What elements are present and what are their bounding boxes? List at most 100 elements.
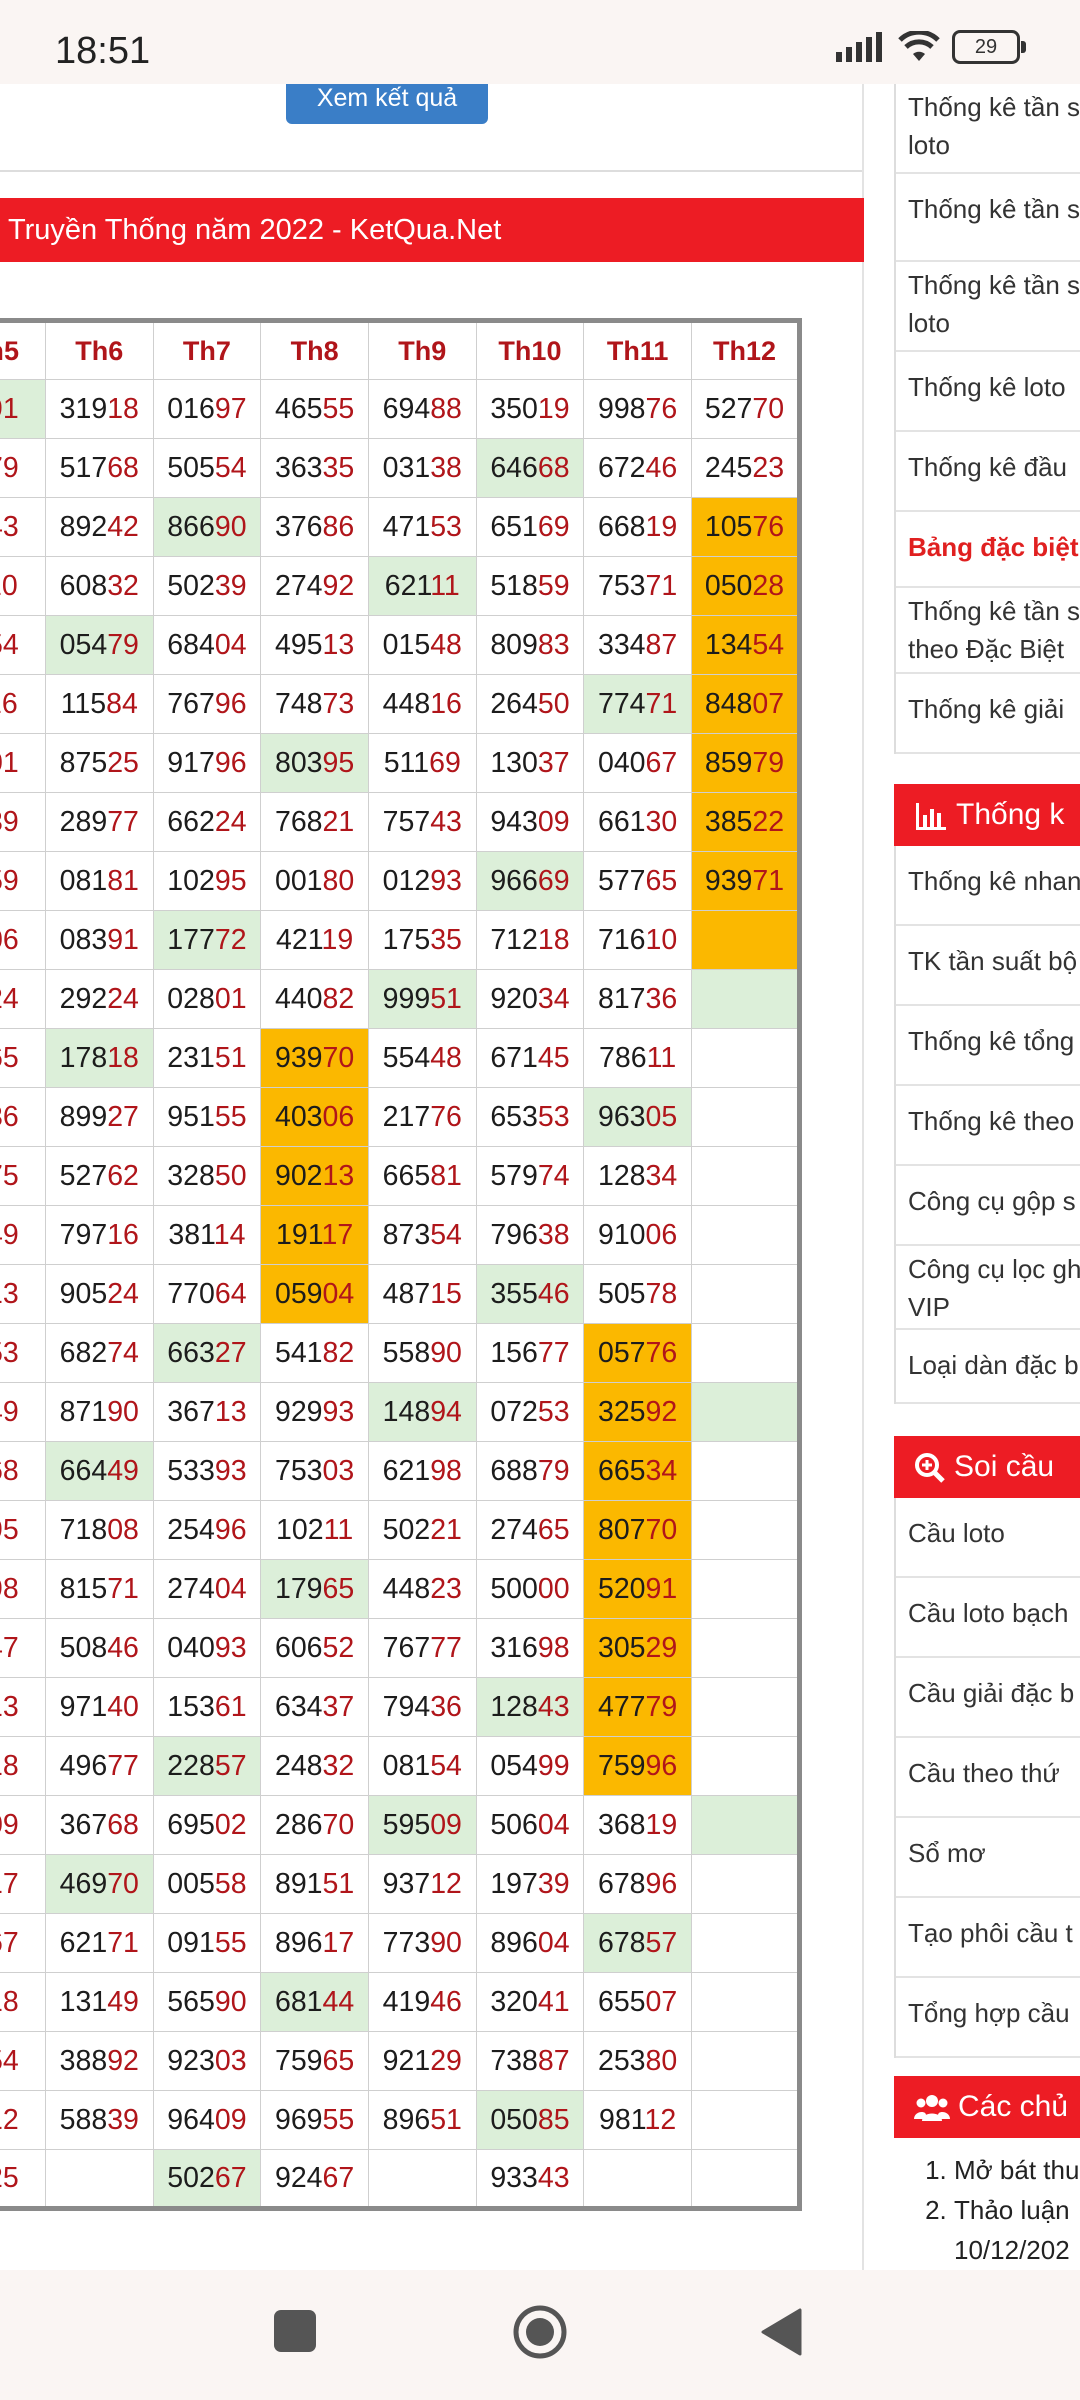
sidebar-item[interactable]: Thống kê loto <box>896 352 1080 432</box>
table-row: 725 5026792467 93343 <box>0 2149 801 2209</box>
table-row: 512588399640996955896510508598112 <box>0 2090 801 2150</box>
table-cell: 19117 <box>260 1205 369 1265</box>
sidebar-item[interactable]: Cầu loto bạch <box>896 1578 1080 1658</box>
table-cell: 89651 <box>367 2090 477 2150</box>
back-button[interactable] <box>760 2308 804 2356</box>
table-cell <box>690 1087 801 1147</box>
table-row: 713905247706405904487153554650578 <box>0 1264 801 1324</box>
table-cell: 50604 <box>475 1795 585 1855</box>
table-cell: 63437 <box>260 1677 369 1737</box>
table-cell: 47153 <box>367 497 477 557</box>
table-cell: 26450 <box>475 674 585 734</box>
sidebar-item[interactable]: Công cụ gộp s <box>896 1166 1080 1246</box>
table-cell: 66327 <box>152 1323 262 1383</box>
sidebar-item[interactable]: Cầu loto <box>896 1498 1080 1578</box>
table-cell: 717 <box>0 1854 46 1914</box>
table-cell: 89927 <box>44 1087 154 1147</box>
table-cell: 57765 <box>583 851 692 911</box>
table-cell: 51859 <box>475 556 585 616</box>
main-panel: Xem kết quả Truyền Thống năm 2022 - KetQ… <box>0 84 864 2270</box>
table-row: 47951768505543633503138646686724624523 <box>0 438 801 498</box>
table-cell: 93712 <box>367 1854 477 1914</box>
sidebar: Thống kê tần s loto Thống kê tần s Thống k… <box>894 84 1080 2270</box>
table-cell: 243 <box>0 497 46 557</box>
table-row: 775527623285090213665815797412834 <box>0 1146 801 1206</box>
table-cell: 25380 <box>583 2031 692 2091</box>
table-cell: 60652 <box>260 1618 369 1678</box>
table-cell: 10576 <box>690 497 801 557</box>
table-cell: 67896 <box>583 1854 692 1914</box>
sidebar-item[interactable]: Thống kê giải <box>896 674 1080 754</box>
table-cell: 95155 <box>152 1087 262 1147</box>
sidebar-item[interactable]: Thống kê đầu <box>896 432 1080 512</box>
table-cell <box>690 1618 801 1678</box>
recent-apps-button[interactable] <box>272 2308 318 2354</box>
table-cell: 76821 <box>260 792 369 852</box>
table-cell: 218 <box>0 1736 46 1796</box>
sidebar-item[interactable]: Loại dàn đặc b <box>896 1330 1080 1404</box>
sidebar-item[interactable]: Thống kê tổng <box>896 1006 1080 1086</box>
sidebar-item[interactable]: Tổng hợp cầu <box>896 1978 1080 2058</box>
table-cell: 01293 <box>367 851 477 911</box>
table-cell: 75996 <box>583 1736 692 1796</box>
sidebar-item[interactable]: Thống kê tần s loto <box>896 84 1080 174</box>
sidebar-item[interactable]: Thống kê tần s theo Đặc Biệt <box>896 588 1080 674</box>
topic-item[interactable]: Mở bát thu <box>954 2150 1080 2190</box>
sidebar-item[interactable]: Tạo phôi cầu t <box>896 1898 1080 1978</box>
table-cell: 93343 <box>475 2149 585 2209</box>
table-cell: 68404 <box>152 615 262 675</box>
topic-item[interactable]: Thảo luận 10/12/202 <box>954 2190 1080 2270</box>
header-th8: Th8 <box>260 320 369 380</box>
table-cell: 65507 <box>583 1972 692 2032</box>
table-cell: 50554 <box>152 438 262 498</box>
sidebar-item[interactable]: Thống kê theo <box>896 1086 1080 1166</box>
table-row: 195718082549610211502212746580770 <box>0 1500 801 1560</box>
table-cell: 10295 <box>152 851 262 911</box>
sidebar-item[interactable]: Sổ mơ <box>896 1818 1080 1898</box>
table-cell: 00558 <box>152 1854 262 1914</box>
battery-icon: 29 <box>952 30 1026 64</box>
table-cell: 71610 <box>583 910 692 970</box>
table-cell: 547 <box>0 1618 46 1678</box>
table-cell: 50221 <box>367 1500 477 1560</box>
table-cell: 75303 <box>260 1441 369 1501</box>
sidebar-item[interactable]: Thống kê tần s loto <box>896 262 1080 352</box>
table-cell <box>690 2149 801 2209</box>
sidebar-item[interactable]: Công cụ lọc gh VIP <box>896 1246 1080 1330</box>
table-cell: 76796 <box>152 674 262 734</box>
view-result-button[interactable]: Xem kết quả <box>286 84 488 124</box>
table-cell <box>44 2149 154 2209</box>
sidebar-item[interactable]: Cầu theo thứ <box>896 1738 1080 1818</box>
table-row: 24389242866903768647153651696681910576 <box>0 497 801 557</box>
table-cell: 79436 <box>367 1677 477 1737</box>
sidebar-item[interactable]: TK tần suất bộ <box>896 926 1080 1006</box>
table-cell: 436 <box>0 1087 46 1147</box>
table-cell: 36768 <box>44 1795 154 1855</box>
table-cell: 31698 <box>475 1618 585 1678</box>
results-table: Th5 Th6 Th7 Th8 Th9 Th10 Th11 Th12 69131… <box>0 318 802 2211</box>
table-cell: 50846 <box>44 1618 154 1678</box>
table-cell: 81571 <box>44 1559 154 1619</box>
table-cell: 80983 <box>475 615 585 675</box>
table-cell: 86690 <box>152 497 262 557</box>
search-plus-icon <box>915 1453 945 1483</box>
home-button[interactable] <box>512 2304 568 2360</box>
status-icons: 29 <box>836 30 1026 64</box>
table-cell: 59509 <box>367 1795 477 1855</box>
table-cell: 106 <box>0 910 46 970</box>
sidebar-item[interactable]: Bảng đặc biệt <box>896 512 1080 588</box>
sidebar-list-tools: Thống kê nhan TK tần suất bộ Thống kê tổng… <box>894 846 1080 1404</box>
table-cell: 92303 <box>152 2031 262 2091</box>
table-cell: 79638 <box>475 1205 585 1265</box>
table-cell: 97140 <box>44 1677 154 1737</box>
table-cell: 75371 <box>583 556 692 616</box>
table-row: 436899279515540306217766535396305 <box>0 1087 801 1147</box>
table-cell <box>690 910 801 970</box>
sidebar-item[interactable]: Cầu giải đặc b <box>896 1658 1080 1738</box>
table-cell: 049 <box>0 1382 46 1442</box>
table-cell: 99951 <box>367 969 477 1029</box>
table-cell: 19739 <box>475 1854 585 1914</box>
sidebar-item[interactable]: Thống kê tần s <box>896 174 1080 262</box>
sidebar-item[interactable]: Thống kê nhan <box>896 846 1080 926</box>
table-cell: 62111 <box>367 556 477 616</box>
